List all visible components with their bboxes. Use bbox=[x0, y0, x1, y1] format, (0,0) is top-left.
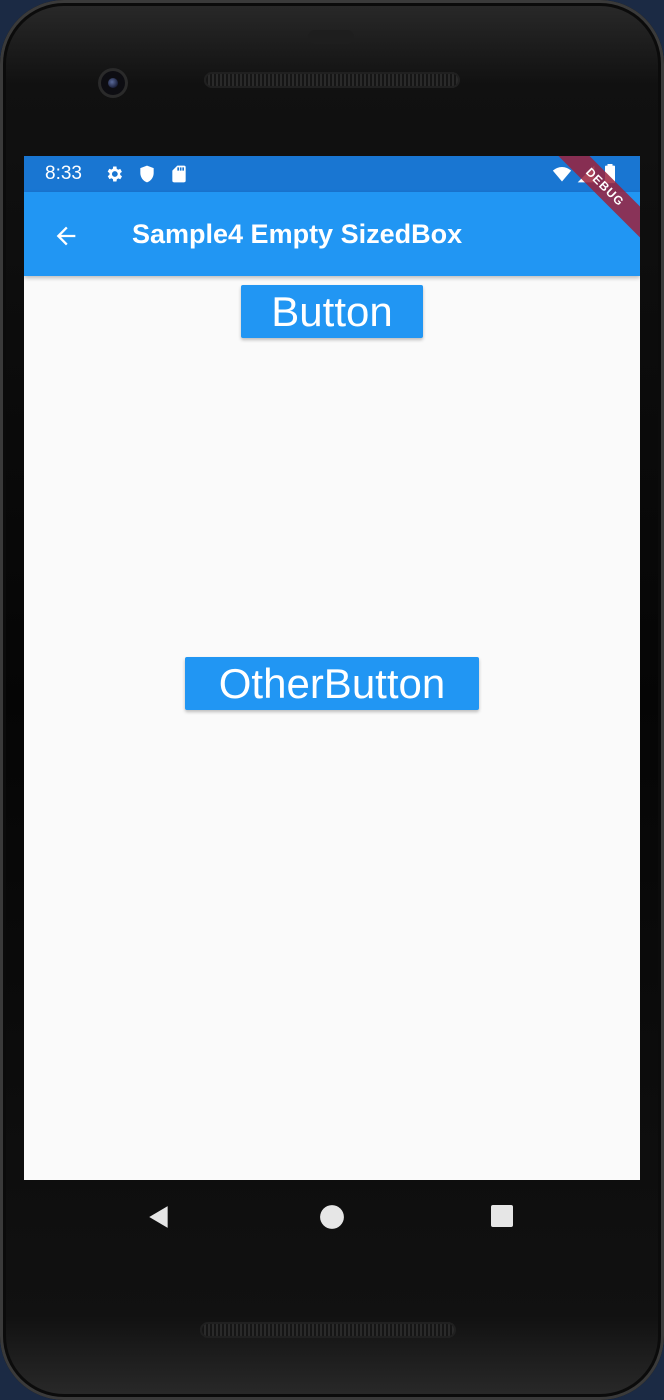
front-camera bbox=[98, 68, 128, 98]
status-bar: 8:33 bbox=[24, 156, 640, 192]
other-button[interactable]: OtherButton bbox=[185, 657, 479, 710]
nav-back-icon[interactable] bbox=[146, 1204, 172, 1230]
app-bar: Sample4 Empty SizedBox bbox=[24, 192, 640, 276]
phone-frame: 8:33 Sample4 Empty SizedBox DEBUG Button… bbox=[0, 0, 664, 1400]
top-speaker-grille bbox=[204, 72, 460, 88]
shield-icon bbox=[140, 165, 154, 183]
settings-icon bbox=[107, 166, 122, 182]
arrow-back-icon bbox=[56, 226, 76, 246]
bottom-speaker-grille bbox=[200, 1322, 456, 1338]
other-button-label: OtherButton bbox=[218, 659, 446, 707]
earpiece-slot bbox=[308, 30, 354, 44]
back-button[interactable] bbox=[44, 214, 88, 258]
button-primary[interactable]: Button bbox=[241, 285, 423, 338]
device-screen: 8:33 Sample4 Empty SizedBox DEBUG Button… bbox=[24, 156, 640, 1180]
nav-home-icon[interactable] bbox=[319, 1204, 345, 1230]
page-title: Sample4 Empty SizedBox bbox=[132, 219, 463, 249]
nav-recents-icon[interactable] bbox=[490, 1204, 514, 1228]
sd-card-icon bbox=[172, 165, 186, 183]
status-time: 8:33 bbox=[45, 163, 82, 184]
button-primary-label: Button bbox=[271, 287, 393, 335]
system-nav-bar bbox=[0, 1180, 664, 1252]
